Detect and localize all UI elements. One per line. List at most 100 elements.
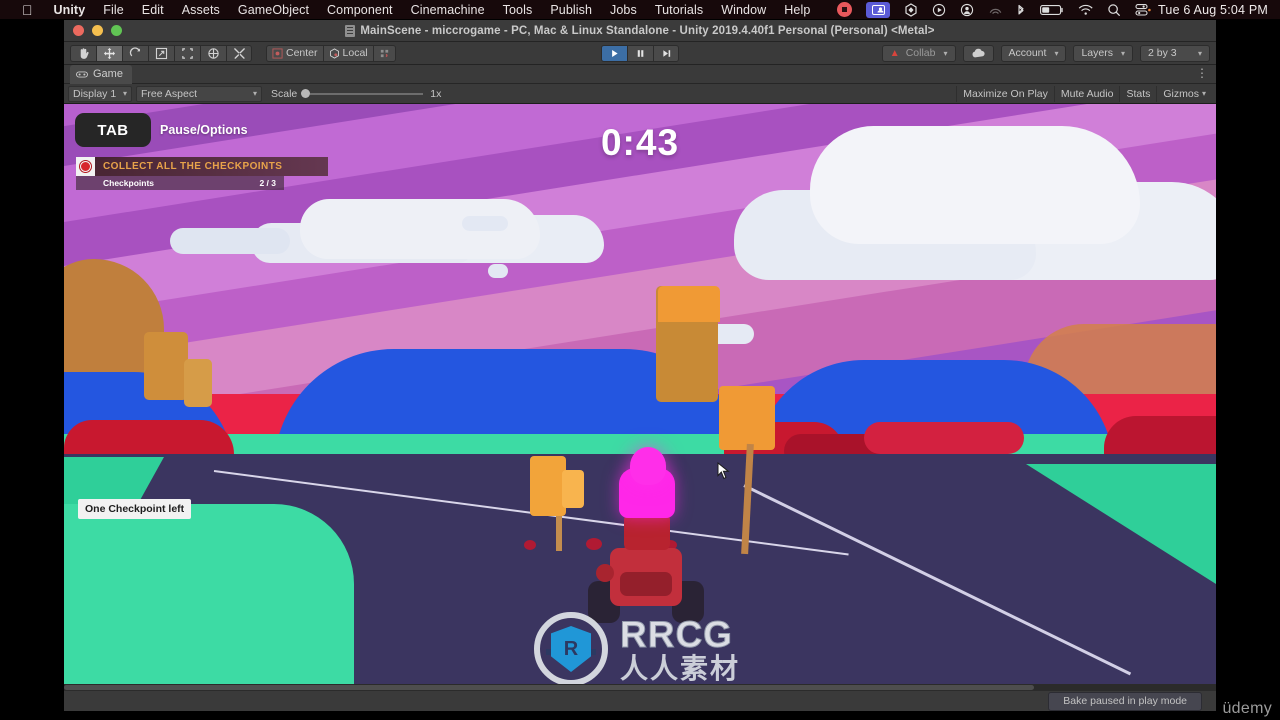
menu-item-window[interactable]: Window [712, 3, 775, 17]
stats-label: Stats [1126, 87, 1151, 100]
cloud-button[interactable] [962, 44, 994, 62]
checkpoint-flag [658, 286, 720, 322]
menu-item-file[interactable]: File [94, 3, 133, 17]
game-toolbar-right: Maximize On Play Mute Audio Stats Gizmos… [956, 85, 1212, 102]
tab-game[interactable]: Game [70, 64, 132, 84]
mute-audio-toggle[interactable]: Mute Audio [1053, 85, 1120, 102]
macos-menu-bar:  Unity File Edit Assets GameObject Comp… [0, 0, 1280, 19]
toolbar-right-group: ▲ Collab ▾ Account ▾ Layers ▾ 2 by 3 ▾ [881, 44, 1210, 62]
screen-record-stop-icon[interactable] [830, 0, 859, 19]
bluetooth-icon[interactable] [1009, 0, 1033, 19]
scale-tool-button[interactable] [148, 44, 174, 62]
checkpoint-flag [562, 470, 584, 508]
bake-status-pill: Bake paused in play mode [1048, 691, 1202, 711]
screen-share-icon[interactable] [859, 0, 897, 19]
account-button[interactable]: Account ▾ [1000, 44, 1067, 62]
step-button[interactable] [653, 44, 679, 62]
collab-label: Collab [905, 47, 936, 59]
chevron-down-icon: ▾ [1201, 89, 1206, 98]
control-center-icon[interactable] [1128, 0, 1158, 19]
scale-slider[interactable] [301, 89, 424, 98]
scrollbar-thumb[interactable] [64, 685, 1034, 690]
battery-icon[interactable] [1033, 0, 1071, 19]
rect-tool-button[interactable] [174, 44, 200, 62]
screenshot-root:  Unity File Edit Assets GameObject Comp… [0, 0, 1280, 720]
scene-file-icon [345, 24, 356, 37]
cloud [170, 228, 290, 254]
move-tool-button[interactable] [96, 44, 122, 62]
checkpoint-post [144, 332, 188, 400]
chevron-down-icon: ▾ [122, 89, 127, 98]
custom-tool-button[interactable] [226, 44, 252, 62]
maximize-on-play-label: Maximize On Play [963, 87, 1048, 100]
menu-item-tutorials[interactable]: Tutorials [646, 3, 712, 17]
panel-tab-strip: Game ⋮ [64, 64, 1216, 84]
menu-bar-clock[interactable]: Tue 6 Aug 5:04 PM [1158, 3, 1272, 17]
user-circle-icon[interactable] [953, 0, 981, 19]
menu-item-edit[interactable]: Edit [133, 3, 173, 17]
collider-toggle-button[interactable] [372, 44, 396, 62]
local-space-button[interactable]: Local [322, 44, 373, 62]
chevron-down-icon: ▾ [1120, 48, 1125, 58]
gizmos-label: Gizmos [1163, 87, 1199, 100]
pivot-center-label: Center [286, 47, 318, 59]
play-button[interactable] [601, 44, 627, 62]
maximize-on-play-toggle[interactable]: Maximize On Play [956, 85, 1054, 102]
hand-tool-button[interactable] [70, 44, 96, 62]
layers-label: Layers [1081, 47, 1113, 59]
layers-button[interactable]: Layers ▾ [1073, 44, 1133, 62]
play-controls [601, 44, 679, 62]
menu-item-publish[interactable]: Publish [541, 3, 601, 17]
collider-toggle-icon [380, 49, 388, 57]
game-view-icon [76, 70, 88, 78]
rrcg-brand-cn: 人人素材 [620, 652, 741, 684]
menu-item-component[interactable]: Component [318, 3, 402, 17]
kart-exhaust [596, 564, 614, 582]
transform-tool-button[interactable] [200, 44, 226, 62]
window-title-bar: MainScene - miccrogame - PC, Mac & Linux… [64, 20, 1216, 42]
layout-button[interactable]: 2 by 3 ▾ [1140, 44, 1210, 62]
apple-logo-icon[interactable]:  [22, 3, 33, 17]
scale-label: Scale [271, 87, 298, 100]
pivot-space-group: Center Local [266, 44, 396, 62]
airplay-icon[interactable] [981, 0, 1009, 19]
pivot-center-icon [272, 47, 283, 59]
pause-button[interactable] [627, 44, 653, 62]
horizontal-scrollbar[interactable] [64, 684, 1216, 691]
display-dropdown[interactable]: Display 1 ▾ [68, 85, 132, 102]
collab-button[interactable]: ▲ Collab ▾ [881, 44, 956, 62]
kart-seat [624, 514, 670, 550]
play-circle-icon[interactable] [925, 0, 953, 19]
menu-item-tools[interactable]: Tools [494, 3, 542, 17]
search-icon[interactable] [1100, 0, 1128, 19]
driver-head [630, 447, 666, 485]
wifi-icon[interactable] [1071, 0, 1100, 19]
menu-item-assets[interactable]: Assets [173, 3, 229, 17]
menu-item-cinemachine[interactable]: Cinemachine [402, 3, 494, 17]
rrcg-text: RRCG 人人素材 [619, 615, 741, 684]
berry [586, 538, 602, 550]
stats-toggle[interactable]: Stats [1119, 85, 1156, 102]
menu-item-gameobject[interactable]: GameObject [229, 3, 318, 17]
aspect-label: Free Aspect [141, 87, 198, 100]
tab-game-label: Game [93, 68, 123, 80]
menu-item-jobs[interactable]: Jobs [601, 3, 646, 17]
rotate-tool-button[interactable] [122, 44, 148, 62]
gizmos-dropdown[interactable]: Gizmos ▾ [1156, 85, 1212, 102]
udemy-watermark: üdemy [1222, 700, 1272, 717]
checkpoint-post [184, 359, 212, 407]
game-view-toolbar: Display 1 ▾ Free Aspect ▾ Scale 1x Maxim… [64, 84, 1216, 104]
aspect-dropdown[interactable]: Free Aspect ▾ [136, 85, 262, 102]
menu-item-help[interactable]: Help [775, 3, 819, 17]
unity-hub-icon[interactable] [897, 0, 925, 19]
scale-slider-knob[interactable] [301, 89, 311, 98]
grass-left-patch [64, 504, 354, 709]
panel-menu-icon[interactable]: ⋮ [1196, 67, 1208, 79]
game-viewport[interactable]: TAB Pause/Options 0:43 COLLECT ALL THE C… [64, 104, 1216, 709]
checkpoint-flag [530, 456, 566, 516]
menu-item-unity[interactable]: Unity [45, 3, 95, 17]
pivot-center-button[interactable]: Center [266, 44, 323, 62]
local-space-label: Local [342, 47, 368, 59]
status-bar: Bake paused in play mode [64, 691, 1216, 711]
scale-slider-track[interactable] [310, 92, 424, 95]
